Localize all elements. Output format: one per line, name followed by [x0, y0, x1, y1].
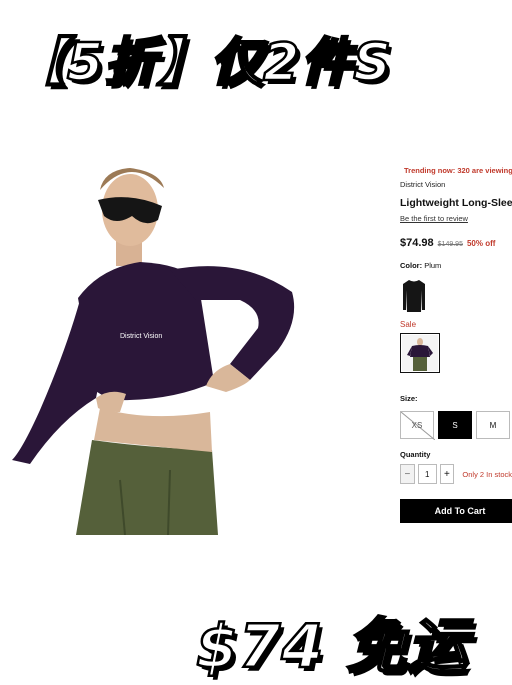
size-options: XS S M [400, 411, 512, 440]
original-price: $149.95 [437, 241, 463, 248]
color-swatch-plum[interactable] [400, 333, 440, 373]
minus-icon[interactable]: − [400, 464, 415, 484]
quantity-label: Quantity [400, 450, 431, 459]
size-xs-button[interactable]: XS [400, 411, 435, 440]
color-swatch-black[interactable] [400, 278, 428, 314]
plus-icon[interactable]: + [439, 464, 455, 484]
size-m-label: M [489, 420, 497, 430]
size-label: Size: [400, 394, 418, 403]
promo-price-banner: $74 免运 [195, 611, 469, 684]
sale-label: Sale [400, 320, 417, 329]
trending-text: Trending now: 320 are viewing [404, 165, 512, 175]
color-label: Color: Plum [400, 261, 512, 270]
promo-headline: 【5折】仅2件S [13, 32, 392, 95]
color-key: Color: [400, 261, 423, 270]
trending-banner: Trending now: 320 are viewing [400, 160, 512, 180]
discount-badge: 50% off [466, 239, 496, 248]
price-row: $74.98 $149.95 50% off [400, 237, 512, 249]
svg-text:District Vision: District Vision [120, 333, 162, 340]
size-s-label: S [452, 420, 458, 430]
stock-notice: Only 2 In stock [462, 469, 512, 479]
size-s-button[interactable]: S [438, 411, 472, 439]
brand-name[interactable]: District Vision [400, 180, 512, 189]
size-xs-label: XS [411, 420, 423, 430]
product-panel: Trending now: 320 are viewing District V… [400, 160, 512, 523]
review-link[interactable]: Be the first to review [400, 214, 512, 223]
product-photo: District Vision [0, 150, 300, 536]
size-m-button[interactable]: M [476, 411, 510, 439]
color-value: Plum [424, 261, 442, 270]
quantity-stepper: − 1 + Only 2 In stock [400, 464, 512, 484]
quantity-input[interactable]: 1 [417, 464, 437, 484]
sale-price: $74.98 [400, 237, 434, 249]
add-to-cart-button[interactable]: Add To Cart [400, 499, 512, 523]
product-title: Lightweight Long-Sleeve [400, 197, 512, 209]
